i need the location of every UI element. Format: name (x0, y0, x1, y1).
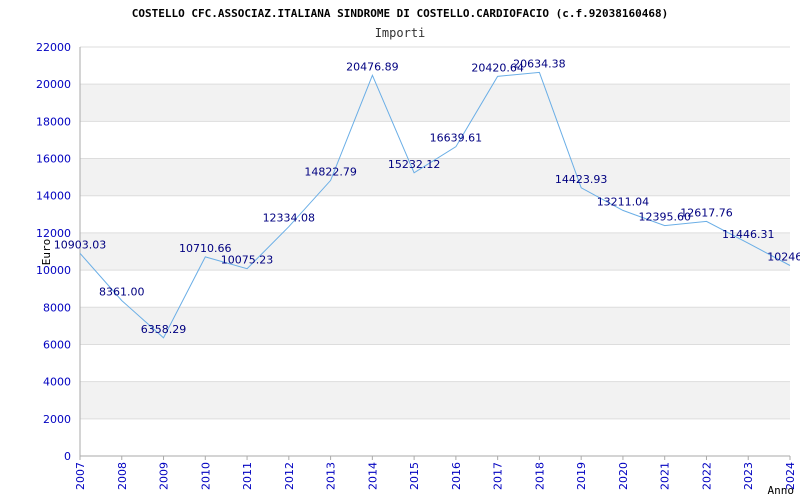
x-tick-label: 2009 (158, 462, 171, 490)
data-label: 20634.38 (513, 57, 566, 70)
x-tick-label: 2012 (283, 462, 296, 490)
data-label: 16639.61 (430, 132, 483, 145)
data-label: 12334.08 (263, 212, 316, 225)
data-label: 20476.89 (346, 60, 399, 73)
y-tick-label: 2000 (43, 413, 71, 426)
y-tick-label: 6000 (43, 338, 71, 351)
y-tick-label: 8000 (43, 301, 71, 314)
data-label: 11446.31 (722, 228, 775, 241)
x-tick-label: 2010 (199, 462, 212, 490)
grid-band (80, 84, 790, 122)
data-label: 14423.93 (555, 173, 608, 186)
chart-subtitle: Importi (375, 26, 426, 40)
y-tick-label: 4000 (43, 376, 71, 389)
x-tick-label: 2007 (74, 462, 87, 490)
y-tick-label: 14000 (36, 190, 71, 203)
x-tick-label: 2013 (325, 462, 338, 490)
data-label: 12617.76 (680, 206, 733, 219)
x-tick-label: 2017 (492, 462, 505, 490)
x-tick-label: 2023 (742, 462, 755, 490)
x-tick-label: 2011 (241, 462, 254, 490)
x-tick-label: 2008 (116, 462, 129, 490)
chart-title: COSTELLO CFC.ASSOCIAZ.ITALIANA SINDROME … (132, 7, 668, 20)
x-axis-label: Anno (768, 484, 795, 497)
data-label: 10075.23 (221, 254, 274, 267)
data-label: 13211.04 (597, 195, 650, 208)
x-tick-label: 2016 (450, 462, 463, 490)
line-chart: COSTELLO CFC.ASSOCIAZ.ITALIANA SINDROME … (36, 7, 800, 497)
data-label: 8361.00 (99, 286, 145, 299)
y-tick-label: 22000 (36, 41, 71, 54)
y-tick-label: 0 (64, 450, 71, 463)
data-label: 6358.29 (141, 323, 187, 336)
y-axis-label: Euro (40, 239, 53, 266)
x-tick-label: 2019 (575, 462, 588, 490)
x-tick-label: 2014 (366, 462, 379, 490)
data-label: 15232.12 (388, 158, 441, 171)
grid-band (80, 307, 790, 345)
data-label: 10903.03 (54, 238, 107, 251)
x-tick-label: 2020 (617, 462, 630, 490)
x-tick-label: 2022 (700, 462, 713, 490)
x-tick-label: 2015 (408, 462, 421, 490)
x-tick-label: 2021 (659, 462, 672, 490)
y-tick-label: 18000 (36, 115, 71, 128)
data-label: 10246.3 (767, 251, 800, 264)
x-tick-label: 2018 (533, 462, 546, 490)
grid-band (80, 381, 790, 419)
y-tick-label: 16000 (36, 153, 71, 166)
data-label: 14822.79 (304, 165, 357, 178)
y-tick-label: 20000 (36, 78, 71, 91)
